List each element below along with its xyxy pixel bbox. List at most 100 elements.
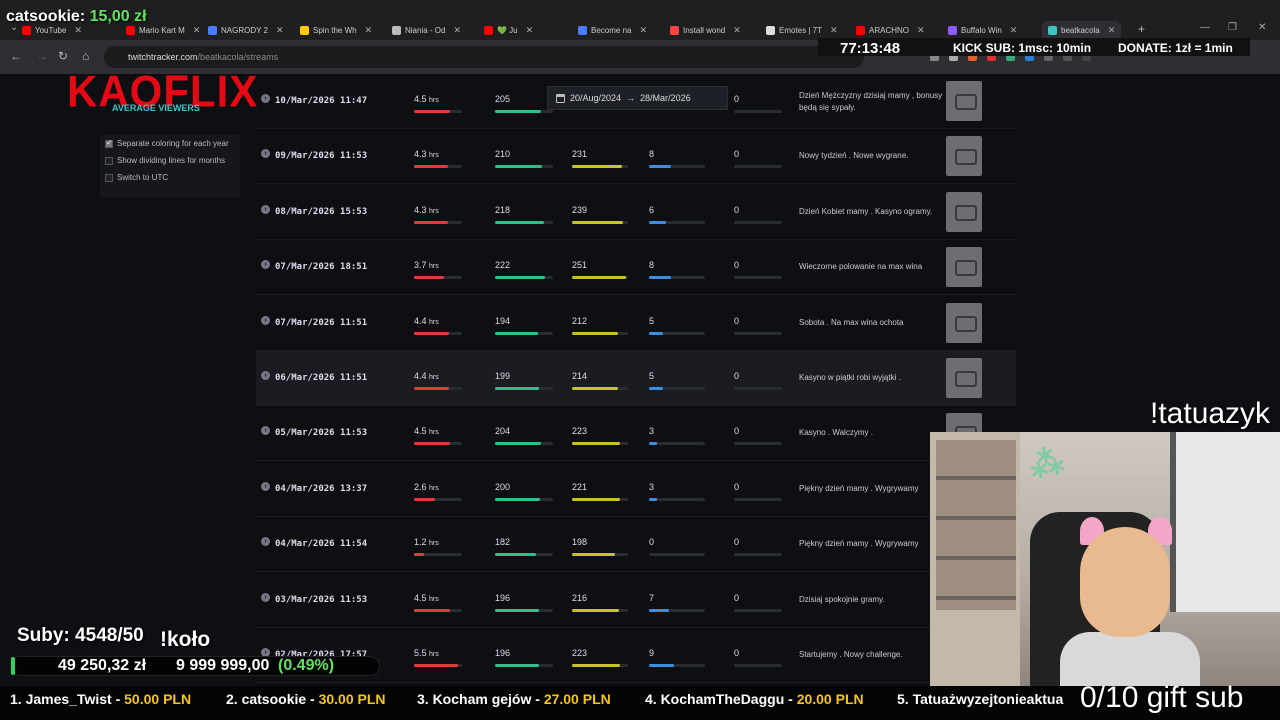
expand-chevron-icon[interactable]: ›	[261, 315, 270, 325]
avg-viewers: 194	[495, 315, 511, 326]
maximize-icon[interactable]: ❐	[1228, 22, 1237, 33]
stream-row[interactable]: › 06/Mar/2026 11:51 4.4 hrs 199 214 5 0 Kasyno …	[256, 351, 1016, 406]
checkbox-icon[interactable]	[105, 156, 113, 165]
stream-duration: 3.7 hrs	[414, 260, 439, 270]
duration-bar-fill	[414, 220, 449, 224]
avg-viewers-bar	[495, 442, 553, 446]
checkbox-checked-icon[interactable]	[105, 138, 113, 148]
peak-viewers-bar	[572, 387, 628, 390]
expand-chevron-icon[interactable]: ›	[261, 426, 270, 436]
browser-tab[interactable]: Spin the Wh ✕	[300, 22, 372, 38]
peak-viewers-bar	[572, 664, 628, 667]
stream-duration: 4.5 hrs	[414, 94, 439, 104]
tab-close-icon[interactable]: ✕	[74, 25, 82, 36]
game-thumbnail-icon[interactable]	[946, 81, 982, 121]
stream-row[interactable]: › 07/Mar/2026 18:51 3.7 hrs 222 251 8 0 Wieczor…	[256, 240, 1016, 296]
tab-label: Mario Kart M	[139, 25, 185, 35]
tab-close-icon[interactable]: ✕	[276, 25, 284, 36]
stream-date: 04/Mar/2026 11:54	[275, 539, 368, 550]
expand-chevron-icon[interactable]: ›	[261, 371, 270, 380]
tab-close-icon[interactable]: ✕	[453, 25, 461, 36]
tab-close-icon[interactable]: ✕	[1108, 25, 1116, 36]
browser-tab[interactable]: beatkacola ✕	[1042, 21, 1122, 39]
tab-close-icon[interactable]: ✕	[193, 25, 201, 36]
goal-current: 49 250,32 zł	[58, 657, 147, 674]
views-bar	[734, 608, 782, 612]
stream-row[interactable]: › 04/Mar/2026 13:37 2.6 hrs 200 221 3 0 Piękny …	[256, 462, 1016, 517]
tab-close-icon[interactable]: ✕	[830, 25, 838, 36]
top-donor-name: catsookie:	[6, 8, 86, 25]
option-label: Show dividing lines for months	[117, 156, 226, 165]
option-dividing-lines[interactable]: Show dividing lines for months	[105, 156, 225, 165]
views-bar	[734, 553, 782, 557]
views-bar	[734, 387, 782, 390]
browser-tab[interactable]: 💚 Ju ✕	[484, 22, 533, 38]
browser-tab[interactable]: NAGRODY 2 ✕	[208, 22, 284, 38]
kick-sub-rate: KICK SUB: 1msc: 10min	[953, 41, 1092, 55]
date-range-picker[interactable]: 20/Aug/2024 → 28/Mar/2026	[547, 86, 728, 110]
browser-tab[interactable]: ARACHNO ✕	[856, 22, 925, 38]
browser-tab[interactable]: Niania - Od ✕	[392, 22, 461, 38]
game-thumbnail-icon[interactable]	[946, 247, 982, 288]
browser-tab[interactable]: Become na ✕	[578, 22, 647, 38]
reload-icon[interactable]: ↻	[58, 49, 68, 63]
views-bar	[734, 442, 782, 446]
tab-close-icon[interactable]: ✕	[365, 25, 373, 36]
tab-label: 💚 Ju	[497, 25, 518, 35]
game-thumbnail-icon[interactable]	[946, 136, 982, 177]
back-icon[interactable]: ←	[10, 49, 22, 63]
duration-unit: hrs	[429, 484, 439, 492]
tab-close-icon[interactable]: ✕	[733, 25, 741, 36]
expand-chevron-icon[interactable]: ›	[261, 94, 270, 103]
peak-viewers-bar	[572, 220, 628, 224]
stream-row[interactable]: › 05/Mar/2026 11:53 4.5 hrs 204 223 3 0 Kasyno …	[256, 406, 1016, 462]
browser-tab[interactable]: Buffalo Win ✕	[948, 22, 1017, 38]
stream-row[interactable]: › 09/Mar/2026 11:53 4.3 hrs 210 231 8 0 Nowy ty…	[256, 129, 1016, 185]
stream-row[interactable]: › 04/Mar/2026 11:54 1.2 hrs 182 198 0 0 Piękny …	[256, 517, 1016, 573]
url-host: twitchtracker.com	[128, 52, 198, 62]
tab-label: NAGRODY 2	[221, 25, 268, 35]
stream-title: Nowy tydzień . Nowe wygrane.	[799, 151, 909, 161]
close-window-icon[interactable]: ✕	[1258, 22, 1266, 33]
ticker-name: 5. Tatuażwyzejtonieaktua	[897, 691, 1064, 707]
stream-row[interactable]: › 07/Mar/2026 11:51 4.4 hrs 194 212 5 0 Sobota …	[256, 296, 1016, 351]
expand-chevron-icon[interactable]: ›	[261, 481, 270, 491]
duration-value: 4.5	[414, 592, 427, 603]
game-thumbnail-icon[interactable]	[946, 358, 982, 398]
expand-chevron-icon[interactable]: ›	[261, 149, 270, 159]
game-thumbnail-icon[interactable]	[946, 302, 982, 343]
tatuazyk-command: !tatuazyk	[1150, 397, 1271, 430]
expand-chevron-icon[interactable]: ›	[261, 592, 270, 602]
duration-unit: hrs	[429, 263, 439, 271]
views-bar	[734, 110, 782, 113]
stream-title: Piękny dzień mamy . Wygrywamy	[799, 483, 919, 493]
expand-chevron-icon[interactable]: ›	[261, 537, 270, 547]
stream-date: 05/Mar/2026 11:53	[275, 428, 368, 439]
browser-tab[interactable]: Install wond ✕	[670, 22, 741, 38]
followers: 3	[649, 481, 655, 492]
new-tab-button[interactable]: +	[1138, 22, 1145, 36]
game-thumbnail-icon[interactable]	[946, 191, 982, 232]
tab-close-icon[interactable]: ✕	[917, 25, 925, 36]
home-icon[interactable]: ⌂	[82, 49, 89, 63]
stream-row[interactable]: › 08/Mar/2026 15:53 4.3 hrs 218 239 6 0 Dzień K…	[256, 185, 1016, 240]
url-field[interactable]: twitchtracker.com/beatkacola/streams	[104, 46, 864, 68]
tab-close-icon[interactable]: ✕	[639, 25, 647, 36]
minimize-icon[interactable]: —	[1200, 22, 1210, 33]
expand-chevron-icon[interactable]: ›	[261, 204, 270, 214]
duration-unit: hrs	[429, 318, 439, 326]
duration-value: 4.5	[414, 94, 427, 104]
avg-viewers-bar-fill	[495, 220, 544, 224]
average-viewers-tab[interactable]: AVERAGE VIEWERS	[112, 103, 200, 113]
browser-tab[interactable]: Emotes | 7T ✕	[766, 22, 838, 38]
checkbox-icon[interactable]	[105, 173, 113, 182]
option-separate-coloring[interactable]: Separate coloring for each year	[105, 138, 229, 148]
tab-close-icon[interactable]: ✕	[526, 25, 534, 36]
option-switch-utc[interactable]: Switch to UTC	[105, 173, 168, 182]
stream-row[interactable]: › 03/Mar/2026 11:53 4.5 hrs 196 216 7 0 Dzisiaj…	[256, 573, 1016, 628]
forward-icon[interactable]: →	[36, 49, 48, 63]
expand-chevron-icon[interactable]: ›	[261, 260, 270, 270]
donation-goal-fill	[11, 657, 15, 675]
tab-close-icon[interactable]: ✕	[1010, 25, 1018, 36]
avg-viewers: 218	[495, 204, 511, 215]
